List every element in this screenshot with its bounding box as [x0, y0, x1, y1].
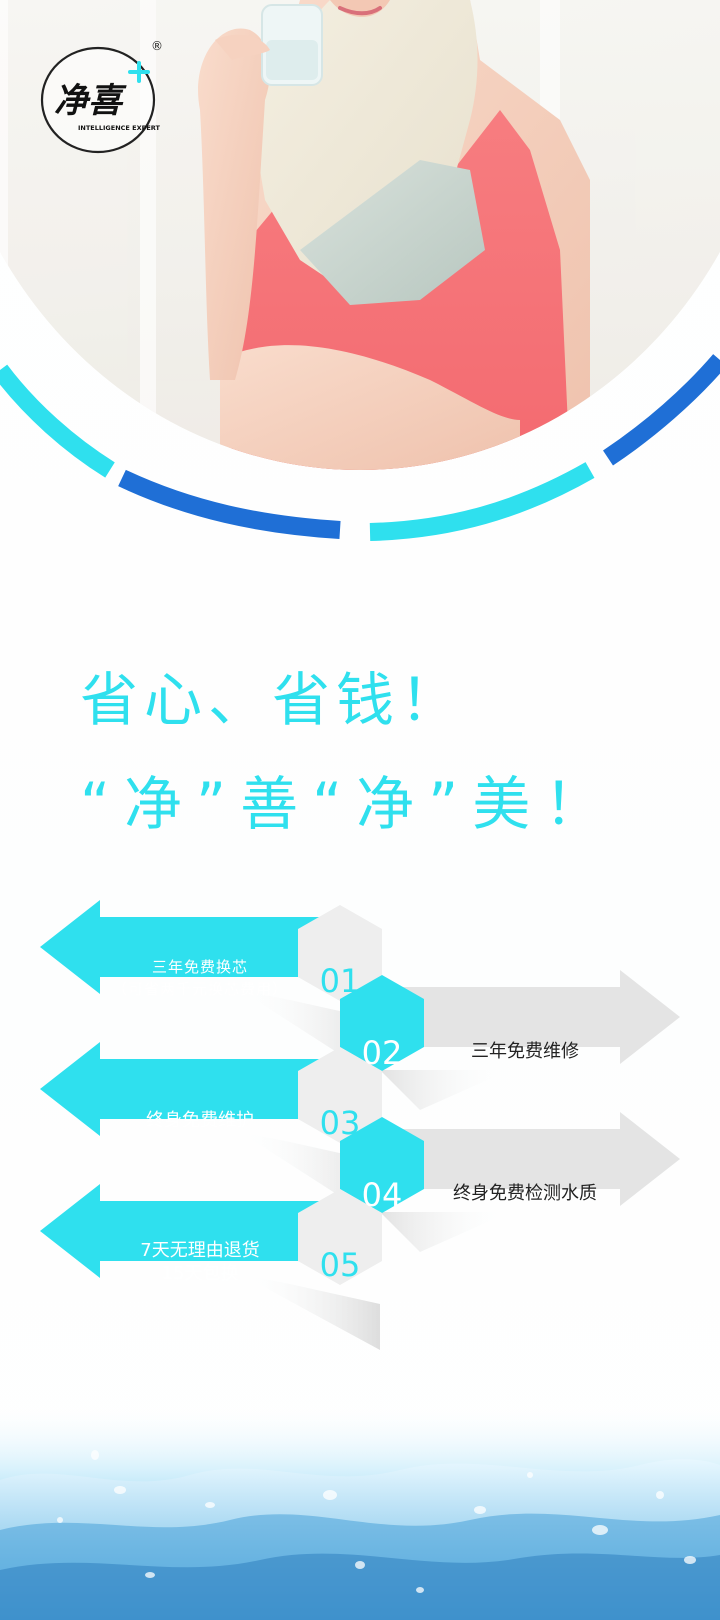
step-03-shape	[40, 1042, 382, 1222]
slogan-line-1: 省心、省钱！	[80, 666, 465, 734]
brand-logo: 净喜 INTELLIGENCE EXPERT ®	[40, 39, 163, 154]
step-02-number: 02	[361, 1034, 403, 1072]
poster: 净喜 INTELLIGENCE EXPERT ® 省心、省钱！ “净”善“净”美…	[0, 0, 720, 1620]
service-steps-graphic	[40, 900, 680, 1350]
step-05-number: 05	[319, 1246, 361, 1284]
step-05-shape	[40, 1184, 382, 1350]
step-05-label: 7天无理由退货	[140, 1240, 260, 1261]
step-04-label: 终身免费检测水质	[453, 1183, 597, 1204]
slogan: 省心、省钱！ “净”善“净”美！	[80, 668, 680, 836]
step-02-label: 三年免费维修	[471, 1041, 579, 1062]
step-03-label: 终身免费维护	[146, 1110, 254, 1131]
step-01-number: 01	[319, 962, 361, 1000]
step-01-shape	[40, 900, 382, 1080]
step-02-shape	[340, 970, 680, 1110]
registered-mark: ®	[151, 39, 163, 53]
step-04-shape	[340, 1112, 680, 1252]
step-04-number: 04	[361, 1176, 403, 1214]
step-01-label: 三年免费换芯	[151, 958, 248, 976]
water-splash-image	[0, 1400, 720, 1620]
step-03-number: 03	[319, 1104, 361, 1142]
step-01-sublabel: （可省两千元换芯费用）	[111, 980, 288, 998]
logo-wordmark: 净喜	[54, 81, 127, 121]
step-05-sublabel: 15天包换	[161, 1263, 239, 1284]
slogan-line-2: “净”善“净”美！	[80, 770, 617, 838]
hero-photo: 净喜 INTELLIGENCE EXPERT ®	[0, 0, 720, 560]
logo-tagline: INTELLIGENCE EXPERT	[78, 124, 160, 132]
